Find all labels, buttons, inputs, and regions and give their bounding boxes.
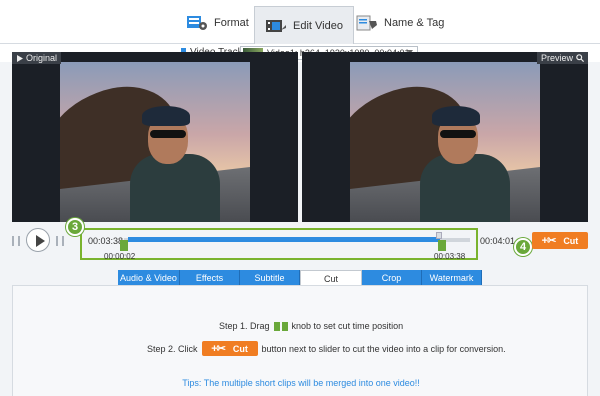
tab-cut[interactable]: Cut <box>300 270 362 286</box>
start-time: 00:00:02 <box>104 252 136 261</box>
cut-slider-highlight <box>80 228 478 260</box>
original-label: Original <box>12 52 62 64</box>
play-small-icon <box>17 54 23 62</box>
step-badge-3: 3 <box>66 218 84 236</box>
play-button[interactable] <box>26 228 50 252</box>
original-preview-pane: Original <box>12 52 298 222</box>
tab-format[interactable]: Format <box>176 6 259 40</box>
tab-edit-video-label: Edit Video <box>293 19 343 32</box>
start-knob[interactable] <box>120 240 128 251</box>
magnifier-icon <box>576 54 584 62</box>
knob-icon <box>273 321 288 331</box>
tab-subtitle[interactable]: Subtitle <box>240 270 300 286</box>
output-preview-pane: Preview <box>302 52 588 222</box>
total-duration: 00:04:01 <box>480 236 516 246</box>
tab-edit-video[interactable]: Edit Video <box>254 6 354 44</box>
tab-watermark[interactable]: Watermark <box>422 270 482 286</box>
tab-name-tag-label: Name & Tag <box>384 17 445 29</box>
step-1-instruction: Step 1. Drag knob to set cut time positi… <box>219 321 404 331</box>
scissors-plus-icon: +✂ <box>211 343 226 355</box>
step-badge-4: 4 <box>514 238 532 256</box>
current-time: 00:03:38 <box>88 236 124 246</box>
tab-format-label: Format <box>214 17 249 29</box>
preview-label[interactable]: Preview <box>536 52 588 64</box>
tips-text: Tips: The multiple short clips will be m… <box>182 378 420 388</box>
format-icon <box>186 15 208 31</box>
grip-right-icon <box>56 236 64 246</box>
playhead-handle[interactable] <box>436 232 442 239</box>
end-knob[interactable] <box>438 240 446 251</box>
cut-instructions-panel: Step 1. Drag knob to set cut time positi… <box>12 285 588 396</box>
scissors-plus-icon: +✂ <box>541 235 557 247</box>
inline-cut-button: +✂ Cut <box>201 341 258 356</box>
preview-video-frame <box>350 62 540 222</box>
step-2-instruction: Step 2. Click +✂ Cut button next to slid… <box>147 341 506 356</box>
selected-range <box>128 237 440 242</box>
tab-effects[interactable]: Effects <box>180 270 240 286</box>
original-video-frame <box>60 62 250 222</box>
tag-icon <box>356 15 378 31</box>
top-tab-bar: Format Edit Video Name & Tag <box>0 0 600 44</box>
edit-sub-tabs: Audio & Video Effects Subtitle Cut Crop … <box>118 270 482 286</box>
tab-crop[interactable]: Crop <box>362 270 422 286</box>
film-edit-icon <box>265 18 287 34</box>
tab-name-tag[interactable]: Name & Tag <box>346 6 454 40</box>
grip-left-icon <box>12 236 20 246</box>
tab-audio-video[interactable]: Audio & Video <box>118 270 180 286</box>
cut-button[interactable]: +✂ Cut <box>532 232 588 249</box>
end-time: 00:03:38 <box>434 252 466 261</box>
